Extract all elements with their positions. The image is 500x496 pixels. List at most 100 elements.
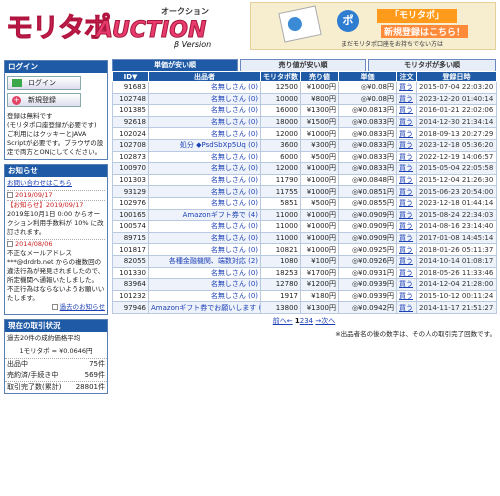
seller-name[interactable]: 名無しさん (0) [148,92,261,106]
seller-name[interactable]: Amazonギフト券でお願いします (0) [148,301,261,314]
banner-register-link[interactable]: 新規登録はこちら！ [381,25,469,38]
stat-label: 売約済/手続き中 [7,371,59,379]
registered-at: 2015-05-04 22:05:58 [416,162,497,175]
row-id: 101232 [112,289,149,303]
seller-name[interactable]: 名無しさん (0) [148,220,261,233]
seller-name[interactable]: 名無しさん (0) [148,162,261,175]
sell-price: ¥1000円 [300,243,339,256]
unit-price: ◎¥0.0833円 [338,162,397,175]
buy-link[interactable]: 買う [396,162,417,175]
registered-at: 2023-12-18 01:44:14 [416,196,497,210]
sidebar: ログイン ログイン + 新規登録 登録は無料です (モリタポ口座登録が必要です) … [4,60,108,398]
next-page-link[interactable]: →次へ [315,317,335,325]
buy-link[interactable]: 買う [396,220,417,233]
buy-link[interactable]: 買う [396,243,417,256]
stat-value: 28801件 [75,383,105,391]
buy-link[interactable]: 買う [396,278,417,291]
seller-name[interactable]: 名無しさん (0) [148,196,261,210]
moritapo-count: 18253 [260,266,301,280]
registered-at: 2023-12-18 05:36:20 [416,138,497,152]
seller-name[interactable]: 名無しさん (0) [148,173,261,187]
seller-name[interactable]: 処分 ◆PsdSbXp5Uq (0) [148,138,261,152]
buy-link[interactable]: 買う [396,231,417,245]
unit-price: ◎¥0.0855円 [338,196,397,210]
login-button[interactable]: ログイン [7,76,81,90]
stat-label: 取引完了数(累計) [7,383,62,391]
seller-name[interactable]: 各種金融機関、端数対応 (2) [148,254,261,268]
moritapo-circle-icon: ポ [337,10,359,32]
trade-status-title: 現在の取引状況 [5,320,107,332]
moritapo-count: 11000 [260,231,301,245]
row-id: 102976 [112,196,149,210]
login-button-label: ログイン [28,79,56,87]
past-notices-link[interactable]: 過去のお知らせ [60,303,105,311]
unit-price: ◎¥0.08円 [338,92,397,106]
buy-link[interactable]: 買う [396,254,417,268]
table-row: 100574 名無しさん (0) 11000 ¥1000円 ◎¥0.0909円 買う 201… [112,220,497,233]
tab-moritapo-count[interactable]: モリタポが多い順 [368,59,496,71]
pagination: 前へ← 1234 →次へ [112,316,496,326]
buy-link[interactable]: 買う [396,81,417,94]
sell-price: ¥800円 [300,92,339,106]
seller-name[interactable]: 名無しさん (0) [148,185,261,198]
buy-link[interactable]: 買う [396,301,417,314]
prev-page-link[interactable]: 前へ← [273,317,293,325]
buy-link[interactable]: 買う [396,185,417,198]
buy-link[interactable]: 買う [396,196,417,210]
stat-label: 出品中 [7,360,28,368]
column-header[interactable]: ID▼ [112,71,149,82]
seller-name[interactable]: 名無しさん (0) [148,150,261,164]
arrow-right-icon [12,79,22,87]
seller-name[interactable]: Amazonギフト券で (4) [148,208,261,222]
buy-link[interactable]: 買う [396,173,417,187]
table-row: 93129 名無しさん (0) 11755 ¥1000円 ◎¥0.0851円 買う 2015… [112,185,497,198]
notice-box-title: お知らせ [5,165,107,177]
row-id: 101330 [112,266,149,280]
login-box: ログイン ログイン + 新規登録 登録は無料です (モリタポ口座登録が必要です) … [4,60,108,160]
unit-price: ◎¥0.08円 [338,81,397,94]
register-button[interactable]: + 新規登録 [7,93,81,107]
table-body: 91683 名無しさん (0) 12500 ¥1000円 ◎¥0.08円 買う 2015-0… [112,81,497,314]
moritapo-count: 5851 [260,196,301,210]
tab-sell-price[interactable]: 売り値が安い順 [240,59,366,71]
seller-count-note: ※出品者名の後の数字は、その人の取引完了回数です。 [335,329,496,338]
seller-name[interactable]: 名無しさん (0) [148,81,261,94]
seller-name[interactable]: 名無しさん (0) [148,243,261,256]
seller-name[interactable]: 名無しさん (0) [148,127,261,140]
buy-link[interactable]: 買う [396,127,417,140]
unit-price: ◎¥0.0833円 [338,115,397,129]
seller-name[interactable]: 名無しさん (0) [148,115,261,129]
buy-link[interactable]: 買う [396,150,417,164]
registered-at: 2014-08-16 23:14:40 [416,220,497,233]
contact-link[interactable]: お問い合わせはこちら [7,179,105,188]
seller-name[interactable]: 名無しさん (0) [148,104,261,117]
sort-tabs: 単価が安い順 売り値が安い順 モリタポが多い順 [112,59,496,71]
seller-name[interactable]: 名無しさん (0) [148,278,261,291]
page-link-4[interactable]: 4 [309,317,313,325]
logo-auction-kana: オークション [161,7,209,16]
buy-link[interactable]: 買う [396,92,417,106]
sell-price: ¥100円 [300,254,339,268]
site-logo[interactable]: モリタポ オークション AUCTION β Version [6,4,216,49]
seller-name[interactable]: 名無しさん (0) [148,266,261,280]
listing-table: ID▼ 出品者 モリタポ数 売り値 単価 注文 登録日時 91683 名無しさん (0) 125… [112,71,497,314]
buy-link[interactable]: 買う [396,104,417,117]
column-header: 出品者 [148,71,261,82]
row-id: 102748 [112,92,149,106]
column-header: 売り値 [300,71,339,82]
tab-unit-price[interactable]: 単価が安い順 [112,59,238,71]
registered-at: 2023-12-20 01:40:14 [416,92,497,106]
buy-link[interactable]: 買う [396,138,417,152]
row-id: 83964 [112,278,149,291]
buy-link[interactable]: 買う [396,266,417,280]
seller-name[interactable]: 名無しさん (0) [148,289,261,303]
buy-link[interactable]: 買う [396,115,417,129]
seller-name[interactable]: 名無しさん (0) [148,231,261,245]
notice-date-3: 2014/08/06 [15,240,53,248]
sell-price: ¥1000円 [300,127,339,140]
register-banner[interactable]: ポ 「モリタポ」 新規登録はこちら！ まだモリタポ口座をお持ちでない方は [250,2,496,50]
buy-link[interactable]: 買う [396,289,417,303]
table-row: 101385 名無しさん (0) 16000 ¥1300円 ◎¥0.0813円 買う 201… [112,104,497,117]
registered-at: 2015-08-24 22:34:03 [416,208,497,222]
buy-link[interactable]: 買う [396,208,417,222]
